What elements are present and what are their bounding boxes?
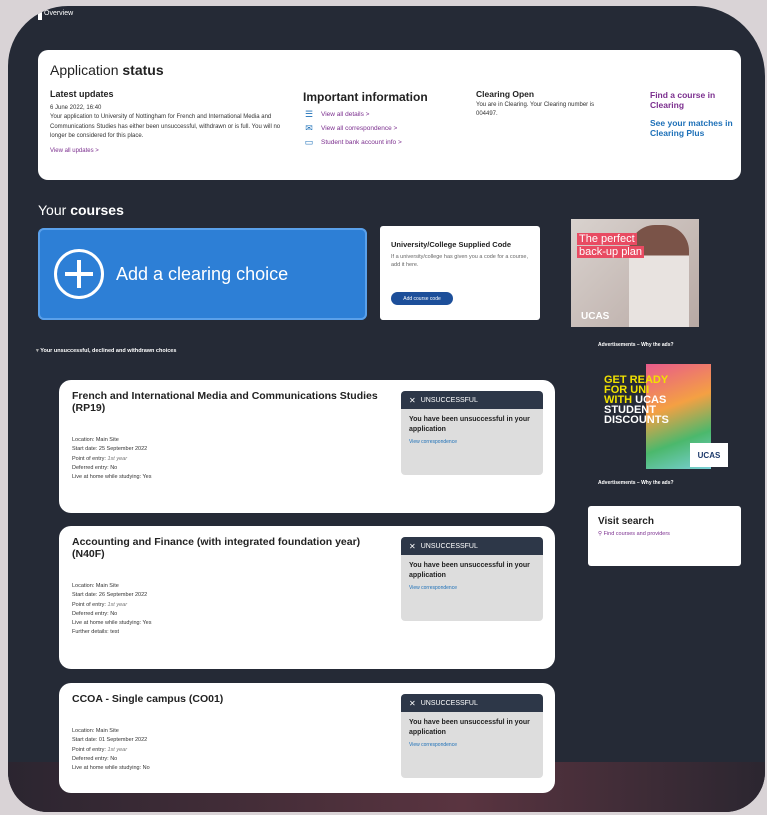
plus-icon [54,249,104,299]
see-matches-link[interactable]: See your matches in Clearing Plus [650,118,740,138]
choice-card: Accounting and Finance (with integrated … [59,526,555,669]
ad2-headline: GET READY FOR UNI WITH UCAS STUDENT DISC… [604,374,669,426]
choice-card: French and International Media and Commu… [59,380,555,513]
choice-title: French and International Media and Commu… [72,390,378,414]
application-status-card: Application status Latest updates 6 June… [38,50,741,180]
visit-search-card: Visit search ⚲ Find courses and provider… [588,506,741,566]
view-correspondence-link[interactable]: View correspondence [401,585,543,591]
status-badge: ✕ UNSUCCESSFUL You have been unsuccessful… [401,694,543,778]
view-correspondence-link[interactable]: View correspondence [401,742,543,748]
ad-caption-2[interactable]: Advertisements – Why the ads? [598,480,674,486]
unsuccessful-choices-toggle[interactable]: ▾ Your unsuccessful, declined and withdr… [36,348,176,354]
choice-details: Location: Main Site Start date: 26 Septe… [72,583,152,636]
add-clearing-choice-label: Add a clearing choice [116,263,289,284]
status-title: Application status [50,62,164,78]
important-information: Important information ☰ View all details… [303,90,428,152]
close-icon: ✕ [409,698,416,708]
latest-update-date: 6 June 2022, 16:40 [50,104,102,111]
view-correspondence-link[interactable]: View correspondence [401,439,543,445]
app-frame: Overview Application status Latest updat… [8,6,765,812]
envelope-icon: ✉ [305,122,313,133]
ad-caption[interactable]: Advertisements – Why the ads? [598,342,674,348]
choice-details: Location: Main Site Start date: 01 Septe… [72,728,150,772]
list-icon: ☰ [304,108,314,119]
choice-title: CCOA - Single campus (CO01) [72,693,224,705]
clearing-open-heading: Clearing Open [476,89,535,99]
clearing-open-body: You are in Clearing. Your Clearing numbe… [476,102,595,117]
courses-title: Your courses [38,202,124,218]
breadcrumb[interactable]: Overview [37,10,73,20]
add-course-code-button[interactable]: Add course code [391,292,453,305]
latest-updates: Latest updates 6 June 2022, 16:40 Your a… [50,89,290,157]
course-code-body: If a university/college has given you a … [391,254,528,268]
view-all-details-link[interactable]: ☰ View all details > [303,108,428,119]
card-icon: ▭ [304,136,314,147]
close-icon: ✕ [409,395,416,405]
find-course-link[interactable]: Find a course in Clearing [650,90,740,110]
clearing-open: Clearing Open You are in Clearing. Your … [476,90,616,119]
choice-title: Accounting and Finance (with integrated … [72,536,361,560]
student-bank-account-link[interactable]: ▭ Student bank account info > [303,136,428,147]
view-all-updates-link[interactable]: View all updates > [50,147,290,157]
ucas-logo: UCAS [581,311,610,322]
clearing-links: Find a course in Clearing See your match… [650,90,740,146]
status-badge: ✕ UNSUCCESSFUL You have been unsuccessful… [401,391,543,475]
latest-updates-heading: Latest updates [50,89,114,99]
close-icon: ✕ [409,541,416,551]
find-courses-link[interactable]: ⚲ Find courses and providers [598,531,741,537]
course-code-card: University/College Supplied Code If a un… [380,226,540,320]
add-clearing-choice-button[interactable]: Add a clearing choice [38,228,367,320]
choice-card: CCOA - Single campus (CO01) Location: Ma… [59,683,555,793]
important-information-heading: Important information [303,90,428,104]
ucas-media-logo: UCAS [690,443,728,467]
status-badge: ✕ UNSUCCESSFUL You have been unsuccessful… [401,537,543,621]
view-all-correspondence-link[interactable]: ✉ View all correspondence > [303,122,428,133]
ad-backup-plan[interactable]: The perfect back-up plan UCAS [571,219,699,327]
ad-student-discounts[interactable]: GET READY FOR UNI WITH UCAS STUDENT DISC… [590,359,730,469]
latest-update-body: Your application to University of Nottin… [50,114,281,139]
course-code-heading: University/College Supplied Code [391,240,512,249]
ad-headline: The perfect back-up plan [577,233,644,258]
visit-search-heading: Visit search [598,516,654,527]
choice-details: Location: Main Site Start date: 25 Septe… [72,437,152,481]
